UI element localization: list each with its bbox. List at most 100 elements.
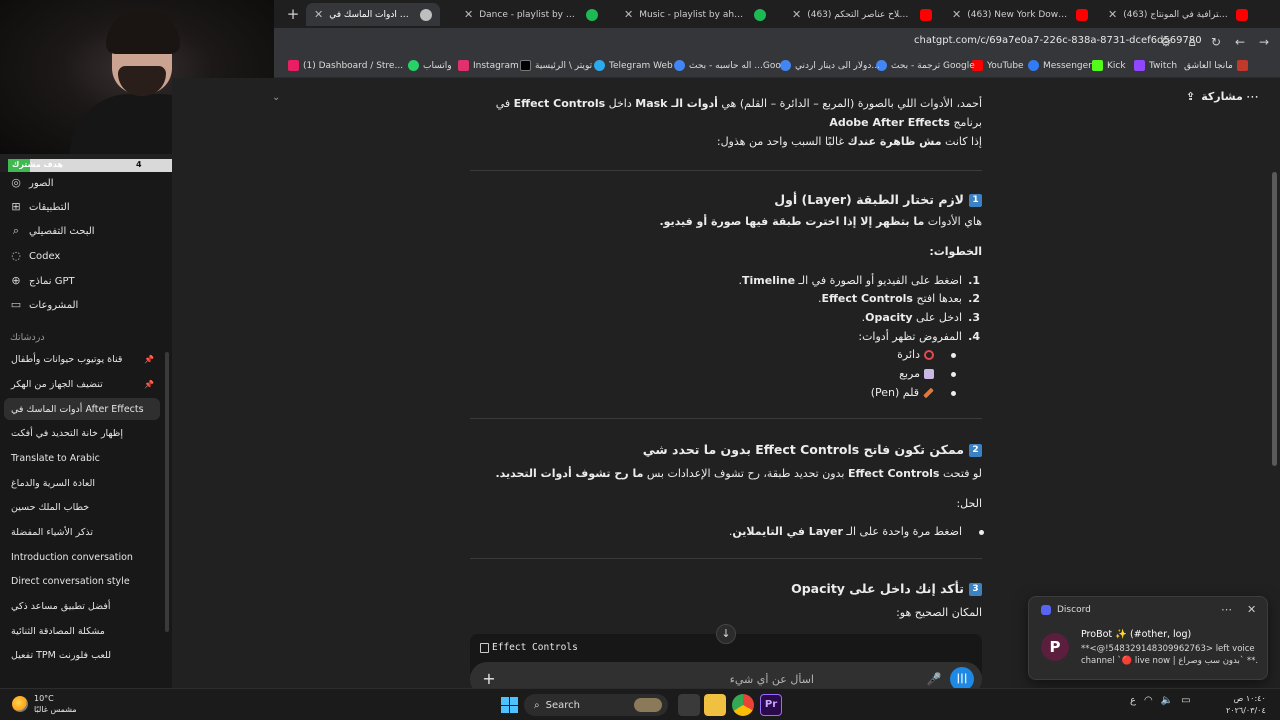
bookmark-whatsapp[interactable]: واتساب: [408, 60, 452, 71]
instagram-icon: [458, 60, 469, 71]
forward-arrow-icon[interactable]: →: [1256, 34, 1272, 50]
search-highlight-icon: [634, 698, 662, 712]
deep-research-icon: ⌕: [12, 224, 20, 237]
images-icon: ◎: [11, 176, 21, 189]
chat-item[interactable]: مشكلة المصادقة الثنائية: [4, 620, 160, 642]
tab-after-effects-mask[interactable]: ✕ أدوات الماسك في After Effects: [306, 3, 440, 26]
sidebar-item-images[interactable]: ◎ الصور: [10, 172, 160, 194]
taskbar-search[interactable]: ⌕ Search: [524, 694, 668, 716]
more-options-icon[interactable]: ⋯: [1221, 603, 1232, 616]
close-icon[interactable]: ✕: [624, 8, 633, 21]
close-icon[interactable]: ✕: [314, 8, 323, 21]
bookmark-manga[interactable]: مانجا العاشق: [1184, 60, 1248, 71]
chat-item[interactable]: Introduction conversation: [4, 546, 160, 568]
file-explorer-icon[interactable]: [704, 694, 726, 716]
tab-music-playlist[interactable]: ✕ Music - playlist by ahmad baa: [616, 3, 774, 26]
sidebar-scrollbar[interactable]: [165, 352, 169, 632]
windows-start-icon[interactable]: [498, 694, 520, 716]
bookmark-instagram[interactable]: Instagram: [458, 60, 519, 71]
taskbar-clock[interactable]: ١٠:٤٠ ص ٢٠٢٦/٠٣/٠٤: [1226, 693, 1266, 717]
home-icon[interactable]: ⌂: [1184, 34, 1200, 50]
sidebar-item-deep-research[interactable]: ⌕ البحث التفصيلي: [10, 220, 160, 242]
step-item: 4. المفروض تظهر أدوات:: [858, 330, 980, 343]
reload-icon[interactable]: ↻: [1208, 34, 1224, 50]
chat-item[interactable]: Translate to Arabic: [4, 447, 160, 469]
tab-youtube-new-york[interactable]: ✕ (463) New York Downpour, Wa: [944, 3, 1096, 26]
chat-item[interactable]: قناة يوتيوب حيوانات وأطفال 📌: [4, 348, 160, 370]
close-icon[interactable]: ✕: [464, 8, 473, 21]
battery-icon[interactable]: ▭: [1181, 695, 1190, 706]
sidebar-item-apps[interactable]: ⊞ التطبيقات: [10, 196, 160, 218]
section-3-heading: 3تأكد إنك داخل على Opacity: [470, 579, 982, 599]
chats-section-label: دردشاتك: [10, 332, 45, 343]
back-arrow-icon[interactable]: ←: [1232, 34, 1248, 50]
scroll-down-button[interactable]: ↓: [716, 624, 736, 644]
bookmark-youtube[interactable]: YouTube: [972, 60, 1024, 71]
chevron-down-icon[interactable]: ⌄: [272, 92, 280, 103]
language-indicator[interactable]: ع: [1130, 695, 1136, 706]
chat-item[interactable]: إظهار خانة التحديد في أفكت: [4, 422, 160, 444]
new-tab-button[interactable]: +: [284, 5, 302, 23]
prompt-input[interactable]: [614, 670, 814, 688]
chat-item[interactable]: تنضيف الجهاز من الهكر 📌: [4, 373, 160, 395]
microphone-icon[interactable]: 🎤: [926, 671, 942, 687]
close-icon[interactable]: ✕: [1108, 8, 1117, 21]
bookmark-twitter[interactable]: تويتر \ الرئيسية: [520, 60, 592, 71]
chat-item[interactable]: أفضل تطبيق مساعد ذكي: [4, 595, 160, 617]
bookmarks-bar: مانجا العاشق Twitch Kick Messenger YouTu…: [274, 56, 1280, 78]
discord-notification[interactable]: Discord ⋯ ✕ P ProBot ✨ (#other, log) **<…: [1028, 596, 1268, 680]
youtube-icon: [1236, 8, 1248, 21]
chat-item[interactable]: تفعيل TPM للعب فلورنت: [4, 644, 160, 666]
bookmark-calculator[interactable]: اله حاسبه - بحث ...Goo: [674, 60, 781, 71]
volume-icon[interactable]: 🔈: [1161, 695, 1173, 706]
conversation-scrollbar[interactable]: [1272, 172, 1277, 466]
tab-dance-playlist[interactable]: ✕ Dance - playlist by ahmad baa: [456, 3, 606, 26]
chat-item-active[interactable]: أدوات الماسك في After Effects: [4, 398, 160, 420]
dashboard-icon: [288, 60, 299, 71]
whatsapp-icon: [408, 60, 419, 71]
bookmark-telegram[interactable]: Telegram Web: [594, 60, 673, 71]
pin-icon: 📌: [144, 354, 154, 364]
more-options-icon[interactable]: ⋯: [1246, 90, 1259, 105]
step-item: 1. اضغط على الفيديو أو الصورة في الـ Time…: [738, 274, 980, 287]
weather-condition: مشمس غالبًا: [34, 705, 77, 714]
divider: [470, 558, 982, 559]
bookmark-google-translate[interactable]: ترجمة - بحث Google: [876, 60, 975, 71]
share-button[interactable]: ⇪ مشاركة: [1186, 90, 1243, 103]
close-icon[interactable]: ✕: [792, 8, 801, 21]
google-icon: [780, 60, 791, 71]
codex-icon: ◌: [11, 249, 21, 262]
chrome-icon[interactable]: [732, 694, 754, 716]
premiere-pro-icon[interactable]: Pr: [760, 694, 782, 716]
search-icon: ⌕: [534, 699, 540, 711]
section-2-paragraph: لو فتحت Effect Controls بدون تحديد طبقة،…: [495, 467, 982, 480]
wifi-icon[interactable]: ◠: [1144, 695, 1153, 706]
close-icon[interactable]: ✕: [1247, 603, 1256, 616]
steps-label: الخطوات:: [929, 245, 982, 258]
chat-item[interactable]: العادة السرية والدماغ: [4, 472, 160, 494]
chat-item[interactable]: تذكر الأشياء المفضلة: [4, 521, 160, 543]
bookmark-twitch[interactable]: Twitch: [1134, 60, 1177, 71]
chat-item[interactable]: خطاب الملك حسين: [4, 496, 160, 518]
youtube-icon: [920, 8, 932, 21]
tool-item-square: مربع: [899, 365, 956, 383]
weather-widget[interactable]: 10°C مشمس غالبًا: [12, 693, 77, 715]
divider: [470, 170, 982, 171]
tab-youtube-controls[interactable]: ✕ (463) كيفية إصلاح عناصر التحكم: [784, 3, 940, 26]
chat-item[interactable]: Direct conversation style: [4, 570, 160, 592]
copy-icon[interactable]: [480, 643, 489, 653]
add-attachment-button[interactable]: +: [480, 670, 498, 688]
bookmark-dashboard[interactable]: (1) Dashboard / Stre...: [288, 60, 403, 71]
sidebar-item-projects[interactable]: ▭ المشروعات: [10, 294, 160, 316]
intro-paragraph-2: إذا كانت مش ظاهرة عندك غالبًا السبب واحد…: [716, 135, 982, 148]
bookmark-currency[interactable]: دولار الى دينار اردني...: [780, 60, 880, 71]
bookmark-kick[interactable]: Kick: [1092, 60, 1126, 71]
tab-youtube-transitions[interactable]: ✕ (463) انتقالات احترافية في المونتاج: [1100, 3, 1256, 26]
sidebar-item-codex[interactable]: ◌ Codex: [10, 245, 160, 267]
task-view-icon[interactable]: [678, 694, 700, 716]
site-settings-icon[interactable]: ⚙: [1158, 34, 1174, 50]
bookmark-messenger[interactable]: Messenger: [1028, 60, 1092, 71]
sidebar-item-gpts[interactable]: ⊕ نماذج GPT: [10, 270, 160, 292]
close-icon[interactable]: ✕: [952, 8, 961, 21]
spotify-icon: [754, 8, 766, 21]
